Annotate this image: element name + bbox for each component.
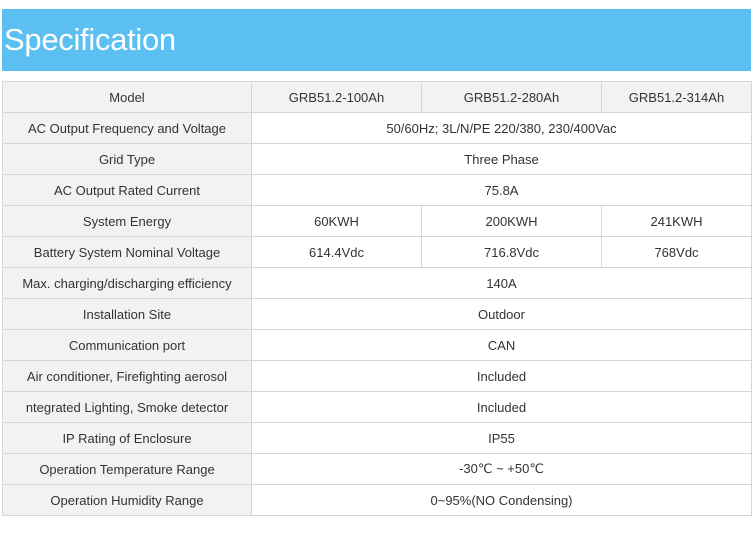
value-installation-site: Outdoor <box>251 298 752 330</box>
model-cell-100ah: GRB51.2-100Ah <box>251 81 422 113</box>
value-efficiency: 140A <box>251 267 752 299</box>
table-row-installation-site: Installation Site Outdoor <box>2 298 752 330</box>
value-battery-voltage-100ah: 614.4Vdc <box>251 236 422 268</box>
table-row-model: Model GRB51.2-100Ah GRB51.2-280Ah GRB51.… <box>2 81 752 113</box>
value-comm-port: CAN <box>251 329 752 361</box>
model-cell-314ah: GRB51.2-314Ah <box>601 81 752 113</box>
row-label-ip-rating: IP Rating of Enclosure <box>2 422 252 454</box>
value-battery-voltage-280ah: 716.8Vdc <box>421 236 602 268</box>
row-label-lighting: ntegrated Lighting, Smoke detector <box>2 391 252 423</box>
table-row-air-conditioner: Air conditioner, Firefighting aerosol In… <box>2 360 752 392</box>
value-system-energy-280ah: 200KWH <box>421 205 602 237</box>
row-label-ac-rated-current: AC Output Rated Current <box>2 174 252 206</box>
value-ac-freq-voltage: 50/60Hz; 3L/N/PE 220/380, 230/400Vac <box>251 112 752 144</box>
row-label-grid-type: Grid Type <box>2 143 252 175</box>
row-label-comm-port: Communication port <box>2 329 252 361</box>
value-system-energy-100ah: 60KWH <box>251 205 422 237</box>
specification-header: Specification <box>2 9 751 71</box>
value-ac-rated-current: 75.8A <box>251 174 752 206</box>
row-label-model: Model <box>2 81 252 113</box>
row-label-system-energy: System Energy <box>2 205 252 237</box>
value-grid-type: Three Phase <box>251 143 752 175</box>
specification-table: Model GRB51.2-100Ah GRB51.2-280Ah GRB51.… <box>2 81 752 516</box>
model-cell-280ah: GRB51.2-280Ah <box>421 81 602 113</box>
table-row-comm-port: Communication port CAN <box>2 329 752 361</box>
row-label-ac-freq-voltage: AC Output Frequency and Voltage <box>2 112 252 144</box>
table-row-efficiency: Max. charging/discharging efficiency 140… <box>2 267 752 299</box>
page-title: Specification <box>4 22 176 57</box>
value-ip-rating: IP55 <box>251 422 752 454</box>
table-row-battery-voltage: Battery System Nominal Voltage 614.4Vdc … <box>2 236 752 268</box>
value-lighting: Included <box>251 391 752 423</box>
row-label-efficiency: Max. charging/discharging efficiency <box>2 267 252 299</box>
row-label-op-humidity: Operation Humidity Range <box>2 484 252 516</box>
table-row-ac-freq-voltage: AC Output Frequency and Voltage 50/60Hz;… <box>2 112 752 144</box>
table-row-ac-rated-current: AC Output Rated Current 75.8A <box>2 174 752 206</box>
table-row-grid-type: Grid Type Three Phase <box>2 143 752 175</box>
row-label-air-conditioner: Air conditioner, Firefighting aerosol <box>2 360 252 392</box>
value-op-temp: -30℃ ~ +50℃ <box>251 453 752 485</box>
row-label-battery-voltage: Battery System Nominal Voltage <box>2 236 252 268</box>
table-row-lighting: ntegrated Lighting, Smoke detector Inclu… <box>2 391 752 423</box>
table-row-system-energy: System Energy 60KWH 200KWH 241KWH <box>2 205 752 237</box>
value-battery-voltage-314ah: 768Vdc <box>601 236 752 268</box>
value-air-conditioner: Included <box>251 360 752 392</box>
value-system-energy-314ah: 241KWH <box>601 205 752 237</box>
value-op-humidity: 0~95%(NO Condensing) <box>251 484 752 516</box>
table-row-ip-rating: IP Rating of Enclosure IP55 <box>2 422 752 454</box>
row-label-op-temp: Operation Temperature Range <box>2 453 252 485</box>
row-label-installation-site: Installation Site <box>2 298 252 330</box>
table-row-op-temp: Operation Temperature Range -30℃ ~ +50℃ <box>2 453 752 485</box>
table-row-op-humidity: Operation Humidity Range 0~95%(NO Conden… <box>2 484 752 516</box>
